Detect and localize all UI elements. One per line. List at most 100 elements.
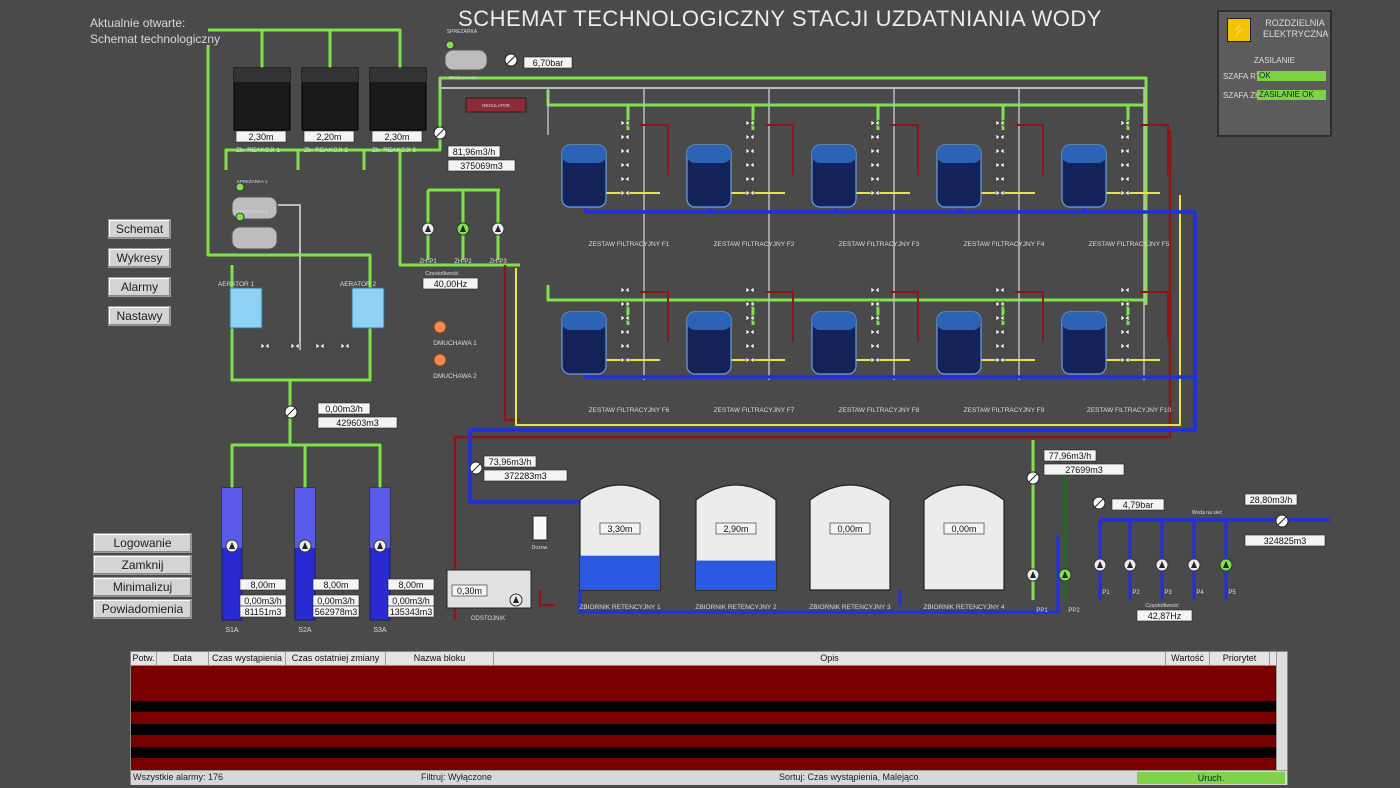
filter-valve-9-3[interactable] (995, 314, 1005, 322)
filter-valve-1-2[interactable] (620, 133, 630, 141)
filter-valve-9-5[interactable] (995, 342, 1005, 350)
table-row[interactable] (131, 735, 1276, 747)
filter-valve-4-5[interactable] (995, 175, 1005, 183)
table-row[interactable] (131, 700, 1276, 712)
alarm-table-rows[interactable] (131, 666, 1276, 770)
filter-valve-8-3[interactable] (870, 314, 880, 322)
filter-valve-6-3[interactable] (620, 314, 630, 322)
out-pipe-label: Woda na sieć (1192, 510, 1223, 516)
filter-valve-6-1[interactable] (620, 286, 630, 294)
filter-valve-7-4[interactable] (745, 328, 755, 336)
filter-valve-4-2[interactable] (995, 133, 1005, 141)
filter-valve-3-2[interactable] (870, 133, 880, 141)
filter-valve-7-6[interactable] (745, 356, 755, 364)
filter-label-5: ZESTAW FILTRACYJNY F5 (1089, 241, 1170, 248)
filter-valve-1-4[interactable] (620, 161, 630, 169)
filter-valve-8-5[interactable] (870, 342, 880, 350)
filter-valve-6-6[interactable] (620, 356, 630, 364)
filter-valve-1-1[interactable] (620, 119, 630, 127)
top-pressure-value: 6,70bar (533, 58, 564, 68)
alarm-run-status[interactable]: Uruch. (1137, 772, 1285, 784)
filter-valve-5-5[interactable] (1120, 175, 1130, 183)
aerator-valve-2[interactable] (290, 342, 300, 350)
filter-valve-4-4[interactable] (995, 161, 1005, 169)
alarm-col-header[interactable]: Opis (494, 652, 1166, 665)
filter-vessel-top-4 (937, 145, 981, 163)
alarm-col-header[interactable]: Data (157, 652, 209, 665)
table-row[interactable] (131, 712, 1276, 724)
filter-valve-1-5[interactable] (620, 175, 630, 183)
filter-valve-10-2[interactable] (1120, 300, 1130, 308)
alarm-col-header[interactable]: Wartość (1166, 652, 1210, 665)
filter-valve-2-1[interactable] (745, 119, 755, 127)
table-cell (1210, 724, 1270, 736)
filter-valve-1-6[interactable] (620, 189, 630, 197)
table-cell (494, 666, 1166, 678)
filter-valve-2-3[interactable] (745, 147, 755, 155)
table-row[interactable] (131, 758, 1276, 770)
blower-1[interactable] (433, 320, 447, 334)
filter-valve-2-4[interactable] (745, 161, 755, 169)
filter-valve-9-4[interactable] (995, 328, 1005, 336)
table-row[interactable] (131, 689, 1276, 701)
filter-valve-4-3[interactable] (995, 147, 1005, 155)
blower-2[interactable] (433, 353, 447, 367)
filter-valve-7-3[interactable] (745, 314, 755, 322)
alarm-col-header[interactable]: Priorytet (1210, 652, 1270, 665)
alarm-col-header[interactable]: Nazwa bloku (386, 652, 494, 665)
filter-valve-3-1[interactable] (870, 119, 880, 127)
filter-valve-3-4[interactable] (870, 161, 880, 169)
filter-valve-1-3[interactable] (620, 147, 630, 155)
filter-valve-7-5[interactable] (745, 342, 755, 350)
retention-water-2 (696, 560, 776, 590)
filter-valve-7-1[interactable] (745, 286, 755, 294)
filter-valve-2-2[interactable] (745, 133, 755, 141)
zh-freq-label: Częstotliwość (425, 271, 459, 277)
filter-valve-9-2[interactable] (995, 300, 1005, 308)
alarm-col-header[interactable]: Czas wystąpienia (209, 652, 286, 665)
filter-valve-10-6[interactable] (1120, 356, 1130, 364)
filter-valve-6-2[interactable] (620, 300, 630, 308)
table-row[interactable] (131, 666, 1276, 678)
table-row[interactable] (131, 677, 1276, 689)
filter-valve-6-4[interactable] (620, 328, 630, 336)
alarm-col-header[interactable]: Czas ostatniej zmiany (286, 652, 386, 665)
filter-valve-7-2[interactable] (745, 300, 755, 308)
filter-label-7: ZESTAW FILTRACYJNY F7 (714, 407, 795, 414)
filter-valve-6-5[interactable] (620, 342, 630, 350)
filter-valve-8-1[interactable] (870, 286, 880, 294)
filter-valve-5-6[interactable] (1120, 189, 1130, 197)
filter-valve-10-1[interactable] (1120, 286, 1130, 294)
filter-valve-5-1[interactable] (1120, 119, 1130, 127)
filter-valve-2-5[interactable] (745, 175, 755, 183)
aerator-valve-3[interactable] (315, 342, 325, 350)
filter-valve-4-1[interactable] (995, 119, 1005, 127)
alarm-table[interactable]: Potw. Data Czas wystąpienia Czas ostatniej … (130, 651, 1288, 785)
mid-flow-total: 429603m3 (336, 418, 379, 428)
aerator-valve-4[interactable] (340, 342, 350, 350)
filter-valve-3-3[interactable] (870, 147, 880, 155)
dosing-label: Dozow. (532, 545, 548, 551)
filter-valve-3-5[interactable] (870, 175, 880, 183)
filter-valve-8-2[interactable] (870, 300, 880, 308)
filter-valve-5-4[interactable] (1120, 161, 1130, 169)
filter-valve-8-6[interactable] (870, 356, 880, 364)
filter-valve-9-6[interactable] (995, 356, 1005, 364)
dosing-tank (532, 515, 548, 541)
filter-valve-2-6[interactable] (745, 189, 755, 197)
filter-valve-4-6[interactable] (995, 189, 1005, 197)
filter-valve-5-3[interactable] (1120, 147, 1130, 155)
table-cell (209, 758, 286, 770)
filter-valve-8-4[interactable] (870, 328, 880, 336)
table-row[interactable] (131, 746, 1276, 758)
filter-valve-3-6[interactable] (870, 189, 880, 197)
filter-valve-10-5[interactable] (1120, 342, 1130, 350)
aerator-valve-1[interactable] (260, 342, 270, 350)
alarm-col-header[interactable]: Potw. (131, 652, 157, 665)
filter-valve-10-4[interactable] (1120, 328, 1130, 336)
filter-valve-5-2[interactable] (1120, 133, 1130, 141)
table-row[interactable] (131, 723, 1276, 736)
filter-valve-10-3[interactable] (1120, 314, 1130, 322)
alarm-scrollbar[interactable] (1276, 652, 1287, 770)
filter-valve-9-1[interactable] (995, 286, 1005, 294)
